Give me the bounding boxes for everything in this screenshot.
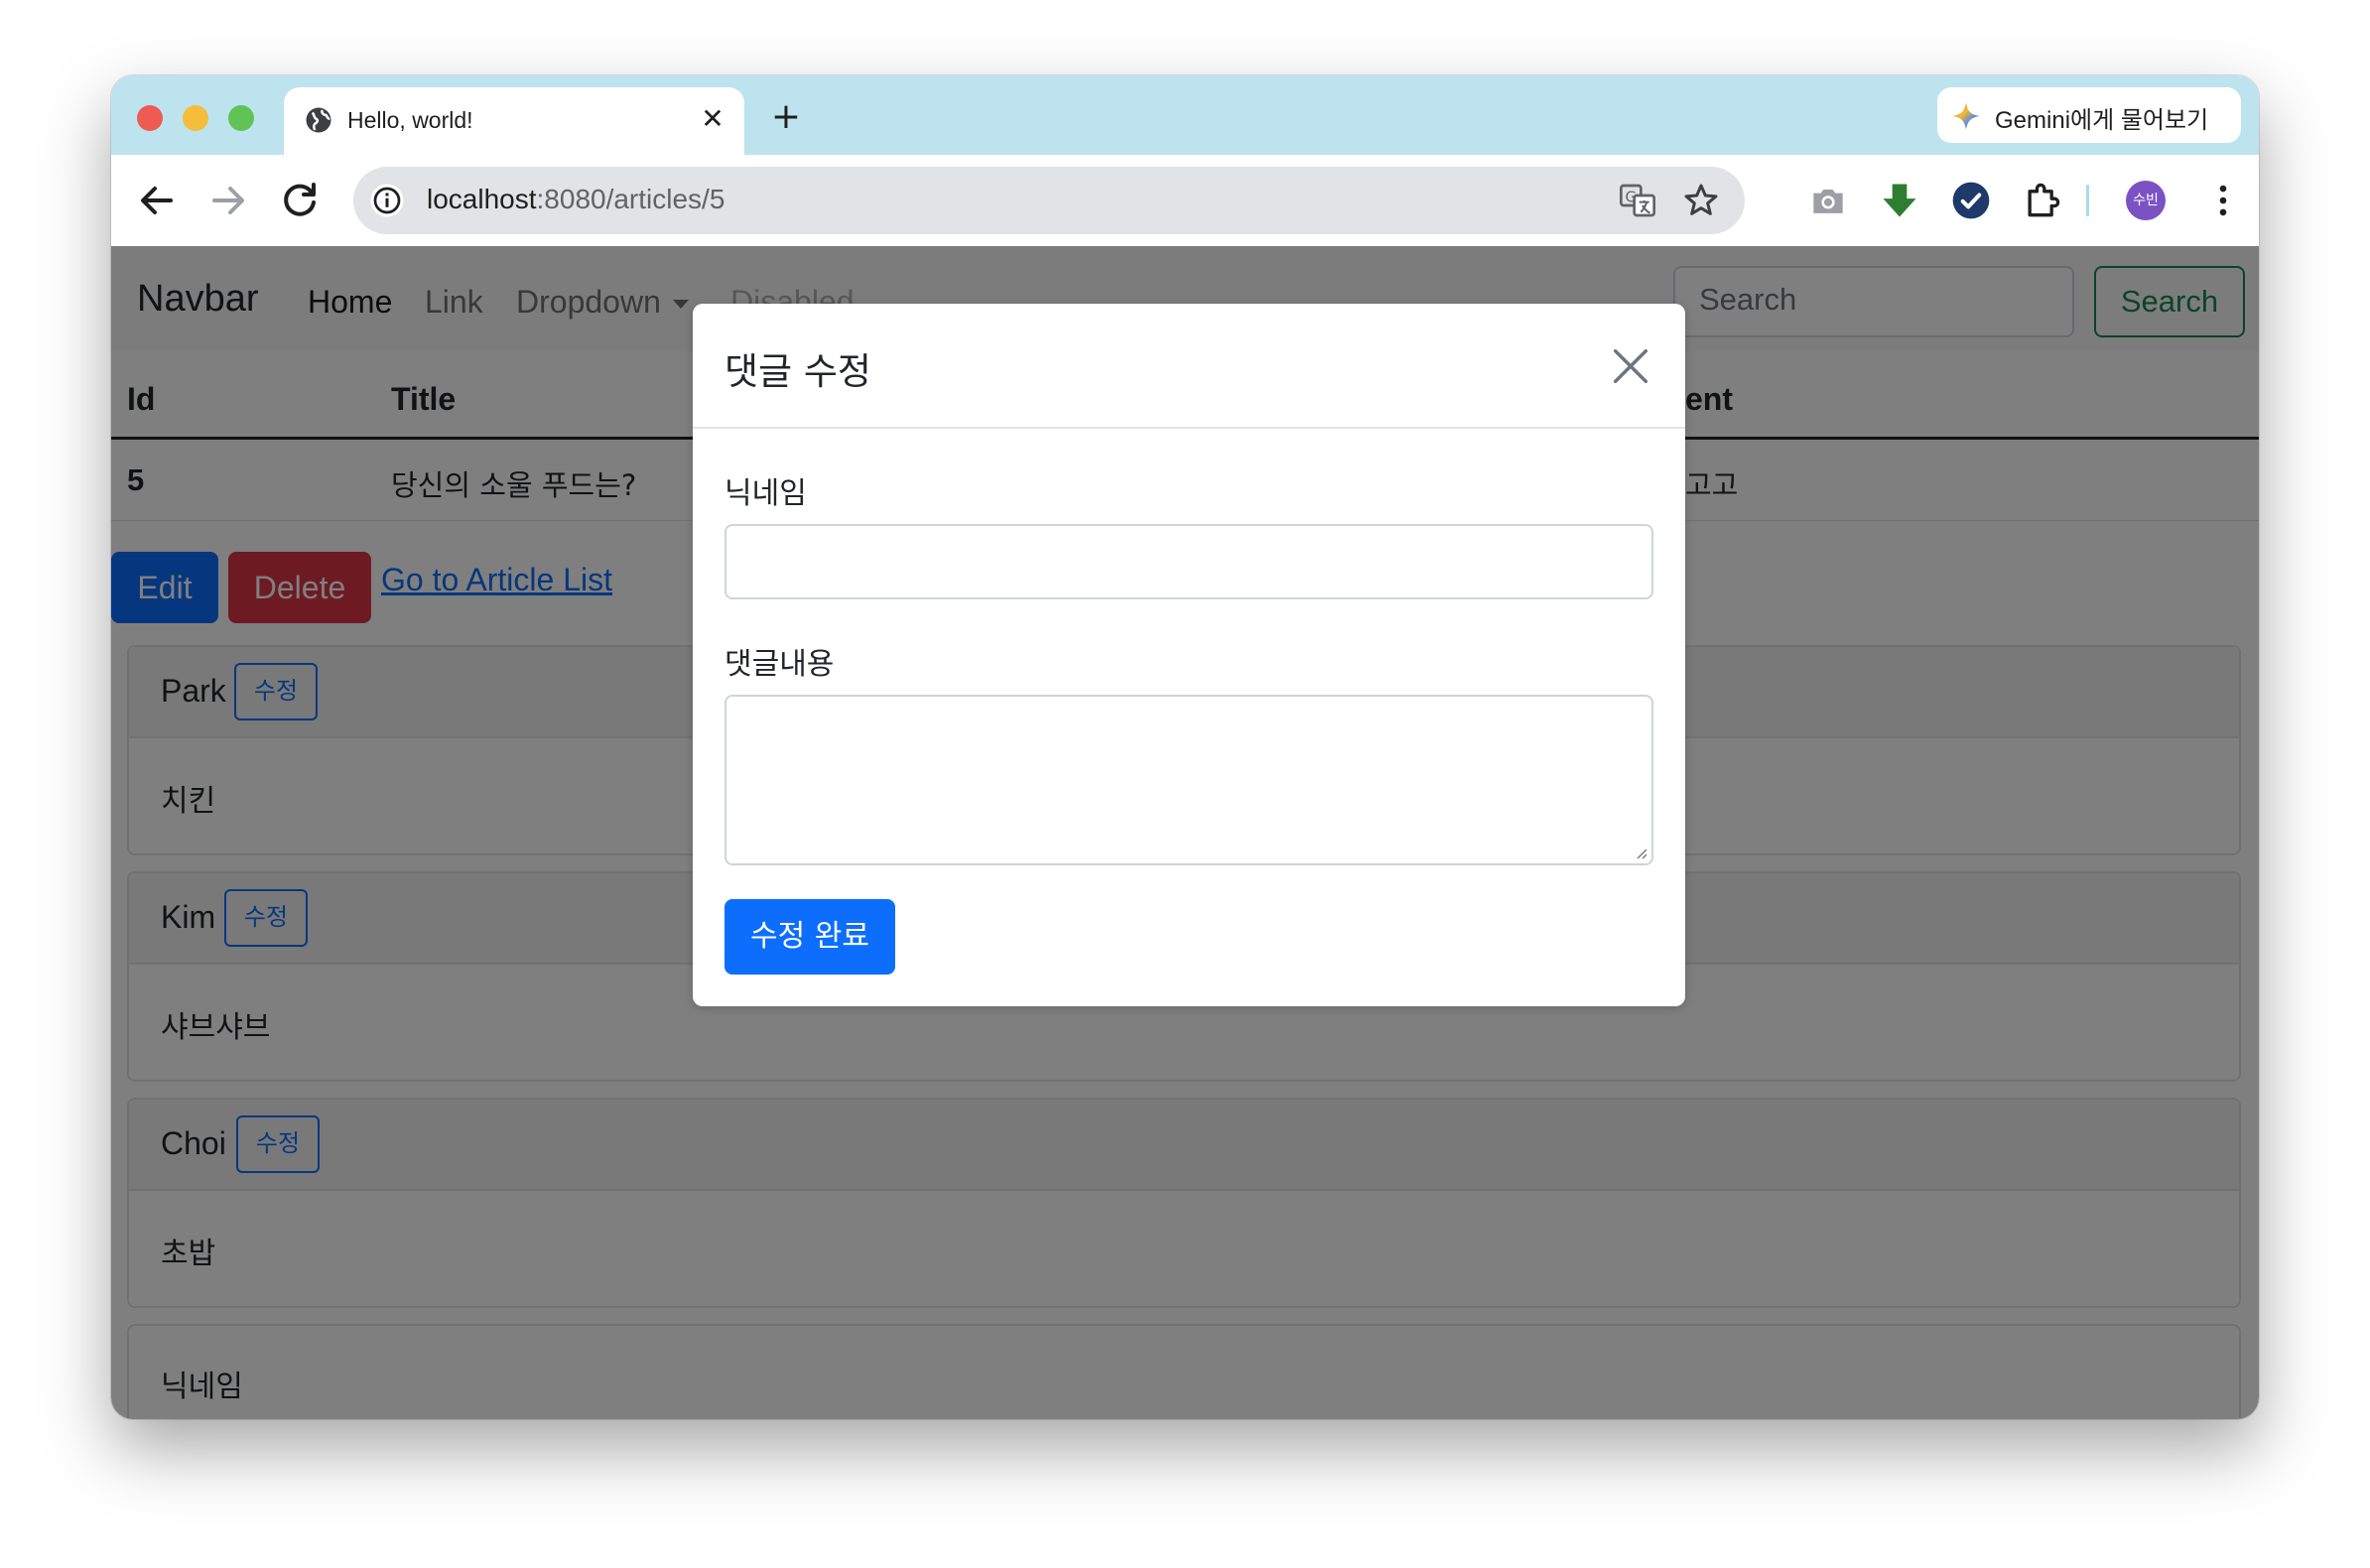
back-icon[interactable] <box>133 177 181 224</box>
comment-body-textarea[interactable] <box>724 695 1653 865</box>
comment-body-label: 댓글내용 <box>724 647 835 682</box>
submit-edit-button[interactable]: 수정 완료 <box>724 899 895 975</box>
url-text: localhost:8080/articles/5 <box>427 184 724 215</box>
close-icon[interactable] <box>1608 343 1653 389</box>
globe-icon <box>306 107 331 133</box>
tab-hello-world[interactable]: Hello, world! ✕ <box>284 87 744 155</box>
camera-icon[interactable] <box>1806 179 1850 222</box>
tab-strip: Hello, world! ✕ + Gemini에게 물어보기 <box>111 75 2259 155</box>
nickname-label: 닉네임 <box>724 476 807 511</box>
forward-icon[interactable] <box>204 177 252 224</box>
edit-comment-modal: 댓글 수정 닉네임 댓글내용 수정 완료 <box>693 304 1685 1006</box>
reload-icon[interactable] <box>276 177 324 224</box>
modal-header: 댓글 수정 <box>693 304 1685 429</box>
gemini-button[interactable]: Gemini에게 물어보기 <box>1937 87 2241 143</box>
page-content: Navbar Home Link Dropdown Disabled Searc… <box>111 246 2259 1419</box>
url-host: localhost <box>427 184 537 214</box>
address-bar[interactable]: localhost:8080/articles/5 G <box>353 167 1745 234</box>
maximize-window-button[interactable] <box>228 105 254 131</box>
check-extension-icon[interactable] <box>1949 179 1993 222</box>
tab-title: Hello, world! <box>347 107 473 133</box>
minimize-window-button[interactable] <box>183 105 208 131</box>
gemini-label: Gemini에게 물어보기 <box>1995 107 2209 134</box>
nickname-input[interactable] <box>724 524 1653 599</box>
resize-grip-icon[interactable] <box>1634 846 1647 859</box>
profile-avatar[interactable]: 수빈 <box>2126 181 2166 220</box>
browser-window: Hello, world! ✕ + Gemini에게 물어보기 localhos… <box>111 75 2259 1419</box>
download-arrow-icon[interactable] <box>1878 179 1921 222</box>
gemini-star-icon <box>1952 102 1980 130</box>
new-tab-button[interactable]: + <box>766 99 806 139</box>
tab-close-icon[interactable]: ✕ <box>695 101 730 137</box>
close-window-button[interactable] <box>137 105 163 131</box>
translate-icon[interactable]: G <box>1618 181 1657 220</box>
bookmark-star-icon[interactable] <box>1681 181 1721 220</box>
extensions-puzzle-icon[interactable] <box>2021 179 2064 222</box>
site-info-icon[interactable] <box>369 183 405 218</box>
modal-title: 댓글 수정 <box>724 350 871 393</box>
toolbar-separator <box>2086 185 2089 216</box>
url-path: :8080/articles/5 <box>536 184 725 214</box>
more-menu-icon[interactable] <box>2201 179 2245 222</box>
